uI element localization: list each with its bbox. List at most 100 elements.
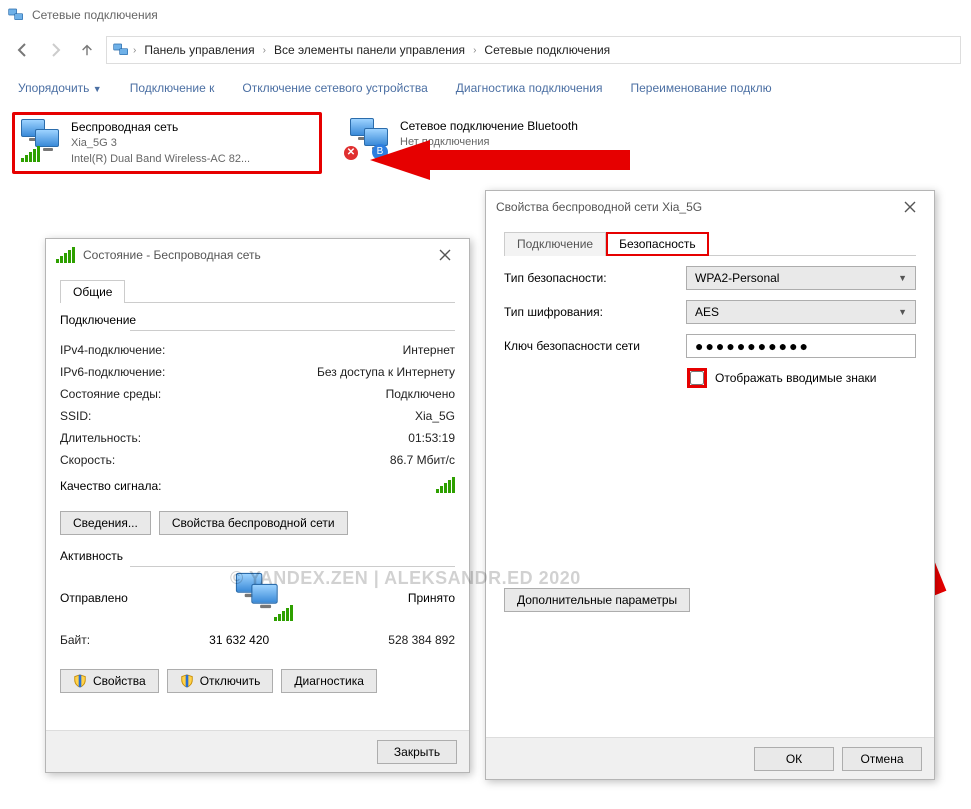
- speed-label: Скорость:: [60, 453, 115, 467]
- adapter-wireless[interactable]: Беспроводная сеть Xia_5G 3 Intel(R) Dual…: [12, 112, 322, 174]
- nav-forward-button[interactable]: [42, 37, 68, 63]
- toolbar: Упорядочить ▼ Подключение к Отключение с…: [0, 70, 971, 106]
- security-type-label: Тип безопасности:: [504, 271, 674, 285]
- ipv4-label: IPv4-подключение:: [60, 343, 165, 357]
- chevron-down-icon: ▼: [898, 273, 907, 283]
- breadcrumb[interactable]: › Панель управления › Все элементы панел…: [106, 36, 961, 64]
- tab-connection[interactable]: Подключение: [504, 232, 606, 256]
- security-type-value: WPA2-Personal: [695, 271, 779, 285]
- titlebar: Сетевые подключения: [0, 0, 971, 30]
- chevron-right-icon: ›: [471, 45, 478, 56]
- toolbar-rename[interactable]: Переименование подклю: [630, 81, 771, 95]
- adapter-device: Intel(R) Dual Band Wireless-AC 82...: [71, 151, 250, 167]
- chevron-right-icon: ›: [261, 45, 268, 56]
- arrow-left-icon: [15, 42, 31, 58]
- breadcrumb-item[interactable]: Все элементы панели управления: [270, 41, 469, 59]
- disable-button-label: Отключить: [200, 674, 261, 688]
- media-label: Состояние среды:: [60, 387, 161, 401]
- adapter-ssid: Xia_5G 3: [71, 135, 250, 151]
- bytes-label: Байт:: [60, 633, 90, 647]
- tab-bar: Общие: [60, 279, 455, 303]
- nav-back-button[interactable]: [10, 37, 36, 63]
- chevron-down-icon: ▼: [93, 84, 102, 94]
- disable-button[interactable]: Отключить: [167, 669, 274, 693]
- close-dialog-button[interactable]: Закрыть: [377, 740, 457, 764]
- breadcrumb-item[interactable]: Сетевые подключения: [480, 41, 614, 59]
- bytes-recv-value: 528 384 892: [388, 633, 455, 647]
- signal-bars-icon: [21, 146, 40, 162]
- dialog-titlebar[interactable]: Состояние - Беспроводная сеть: [46, 239, 469, 271]
- network-key-label: Ключ безопасности сети: [504, 339, 674, 353]
- adapter-wifi-icon: [21, 119, 63, 161]
- arrow-right-icon: [47, 42, 63, 58]
- toolbar-organize[interactable]: Упорядочить ▼: [18, 81, 102, 95]
- ipv6-label: IPv6-подключение:: [60, 365, 165, 379]
- dialog-title: Состояние - Беспроводная сеть: [83, 248, 261, 262]
- dialog-titlebar[interactable]: Свойства беспроводной сети Xia_5G: [486, 191, 934, 223]
- bytes-sent-value: 31 632 420: [90, 633, 388, 647]
- close-button[interactable]: [431, 244, 459, 266]
- signal-bars-icon: [56, 247, 75, 263]
- ok-button[interactable]: ОК: [754, 747, 834, 771]
- close-icon: [904, 201, 916, 213]
- signal-bars-icon: [436, 477, 455, 493]
- activity-recv-label: Принято: [408, 591, 455, 605]
- disabled-x-icon: ✕: [344, 146, 358, 160]
- network-icon: [8, 7, 24, 23]
- separator: [130, 566, 455, 567]
- wifi-properties-button[interactable]: Свойства беспроводной сети: [159, 511, 348, 535]
- network-key-input[interactable]: [686, 334, 916, 358]
- ssid-value: Xia_5G: [415, 409, 455, 423]
- group-connection-label: Подключение: [60, 313, 455, 327]
- status-dialog: Состояние - Беспроводная сеть Общие Подк…: [45, 238, 470, 773]
- show-characters-checkbox[interactable]: [690, 371, 704, 385]
- show-characters-label: Отображать вводимые знаки: [715, 371, 876, 385]
- chevron-right-icon: ›: [131, 45, 138, 56]
- tab-bar: Подключение Безопасность: [504, 231, 916, 256]
- breadcrumb-item[interactable]: Панель управления: [140, 41, 258, 59]
- window-title: Сетевые подключения: [32, 8, 158, 22]
- address-bar: › Панель управления › Все элементы панел…: [0, 30, 971, 70]
- properties-button-label: Свойства: [93, 674, 146, 688]
- dialog-footer: Закрыть: [46, 730, 469, 772]
- activity-sent-label: Отправлено: [60, 591, 128, 605]
- encryption-type-label: Тип шифрования:: [504, 305, 674, 319]
- encryption-type-combo[interactable]: AES ▼: [686, 300, 916, 324]
- nav-up-button[interactable]: [74, 37, 100, 63]
- toolbar-diagnose[interactable]: Диагностика подключения: [456, 81, 603, 95]
- adapter-name: Беспроводная сеть: [71, 119, 250, 135]
- advanced-settings-button[interactable]: Дополнительные параметры: [504, 588, 690, 612]
- cancel-button[interactable]: Отмена: [842, 747, 922, 771]
- ipv4-value: Интернет: [403, 343, 455, 357]
- separator: [130, 330, 455, 331]
- toolbar-disable-device[interactable]: Отключение сетевого устройства: [242, 81, 427, 95]
- media-value: Подключено: [386, 387, 455, 401]
- details-button[interactable]: Сведения...: [60, 511, 151, 535]
- annotation-arrow: [370, 140, 630, 180]
- dialog-footer: ОК Отмена: [486, 737, 934, 779]
- signal-quality-label: Качество сигнала:: [60, 479, 161, 493]
- adapter-name: Сетевое подключение Bluetooth: [400, 118, 578, 134]
- show-characters-row: Отображать вводимые знаки: [686, 368, 916, 388]
- ipv6-value: Без доступа к Интернету: [317, 365, 455, 379]
- speed-value: 86.7 Мбит/с: [390, 453, 455, 467]
- ssid-label: SSID:: [60, 409, 91, 423]
- security-type-combo[interactable]: WPA2-Personal ▼: [686, 266, 916, 290]
- close-button[interactable]: [896, 196, 924, 218]
- signal-bars-icon: [274, 605, 293, 621]
- group-activity-label: Активность: [60, 549, 455, 563]
- toolbar-connect-to[interactable]: Подключение к: [130, 81, 215, 95]
- diagnose-button[interactable]: Диагностика: [281, 669, 377, 693]
- duration-label: Длительность:: [60, 431, 141, 445]
- arrow-up-icon: [80, 43, 94, 57]
- shield-icon: [73, 674, 87, 688]
- activity-icon: [238, 575, 298, 621]
- tab-security[interactable]: Безопасность: [606, 232, 709, 256]
- wifi-properties-dialog: Свойства беспроводной сети Xia_5G Подклю…: [485, 190, 935, 780]
- chevron-down-icon: ▼: [898, 307, 907, 317]
- properties-button[interactable]: Свойства: [60, 669, 159, 693]
- duration-value: 01:53:19: [408, 431, 455, 445]
- tab-general[interactable]: Общие: [60, 280, 125, 303]
- shield-icon: [180, 674, 194, 688]
- close-icon: [439, 249, 451, 261]
